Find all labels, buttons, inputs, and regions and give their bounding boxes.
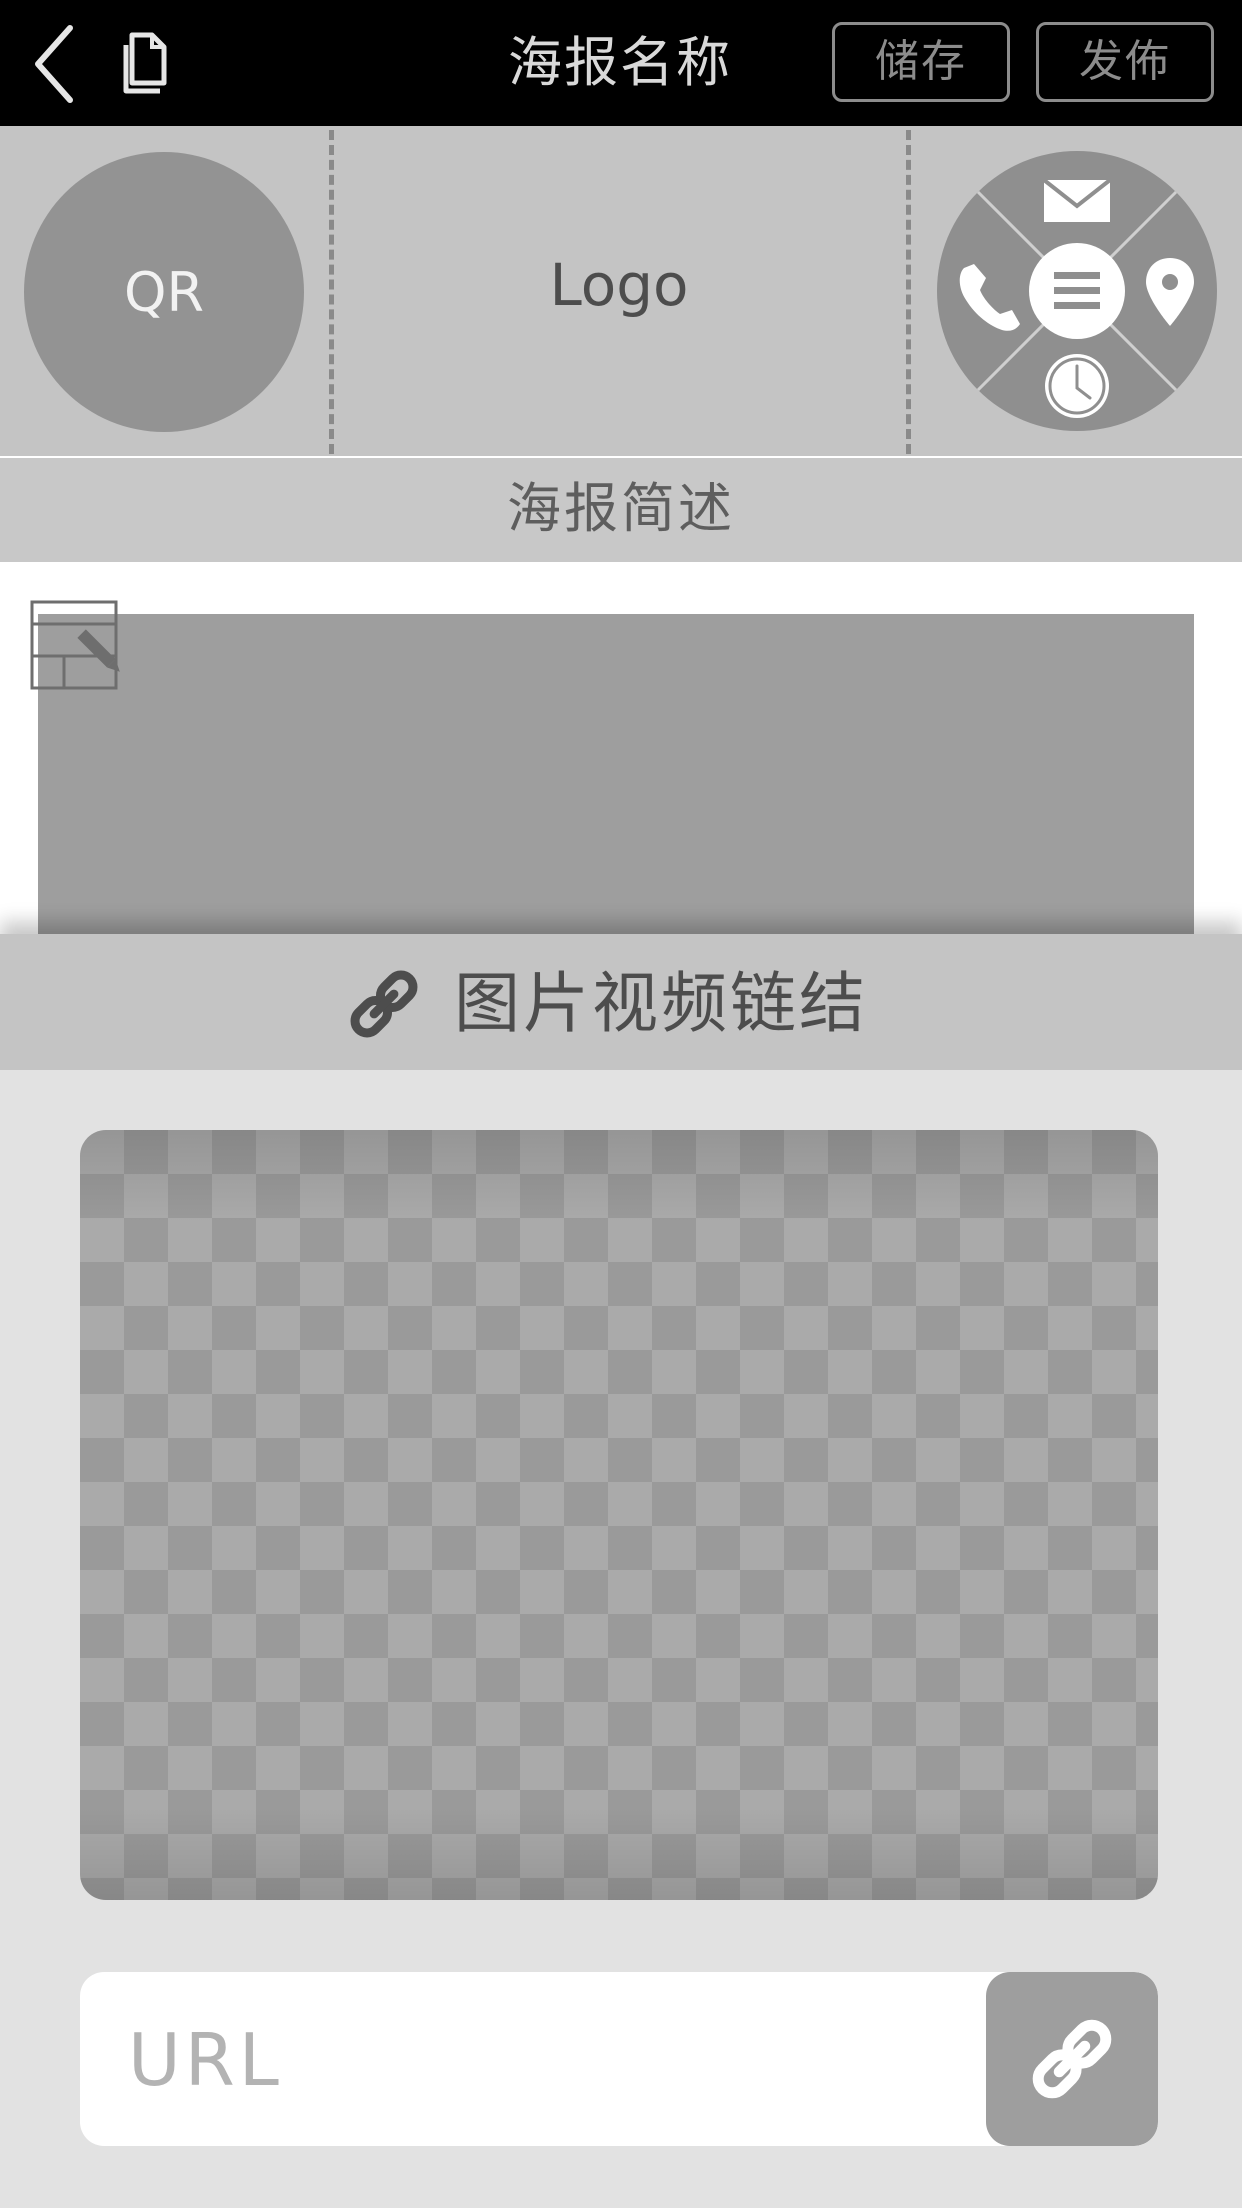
document-button[interactable] [118, 26, 178, 102]
link-icon [350, 970, 418, 1038]
logo-placeholder[interactable]: Logo [334, 240, 904, 330]
publish-button[interactable]: 发佈 [1036, 22, 1214, 102]
layout-edit-icon[interactable] [30, 600, 138, 696]
apply-link-button[interactable] [986, 1972, 1158, 2146]
media-preview[interactable] [80, 1130, 1158, 1900]
media-block[interactable] [38, 614, 1194, 944]
document-icon [123, 32, 167, 94]
link-icon [1032, 2019, 1112, 2099]
contact-menu[interactable] [936, 150, 1218, 432]
clock-icon[interactable] [1045, 354, 1109, 418]
qr-code-placeholder[interactable]: QR [24, 152, 304, 432]
preview-shade [80, 1130, 1158, 1900]
poster-description[interactable]: 海报简述 [0, 456, 1242, 562]
mail-icon[interactable] [1042, 178, 1112, 222]
divider [906, 130, 911, 454]
page-title: 海报名称 [508, 31, 732, 94]
chevron-left-icon [35, 25, 73, 103]
save-button[interactable]: 储存 [832, 22, 1010, 102]
url-input[interactable] [126, 1972, 1010, 2146]
panel-title: 图片视频链结 [454, 965, 868, 1042]
qr-label: QR [123, 260, 205, 324]
menu-icon[interactable] [1029, 243, 1125, 339]
back-button[interactable] [20, 22, 90, 106]
url-field [80, 1972, 1158, 2146]
